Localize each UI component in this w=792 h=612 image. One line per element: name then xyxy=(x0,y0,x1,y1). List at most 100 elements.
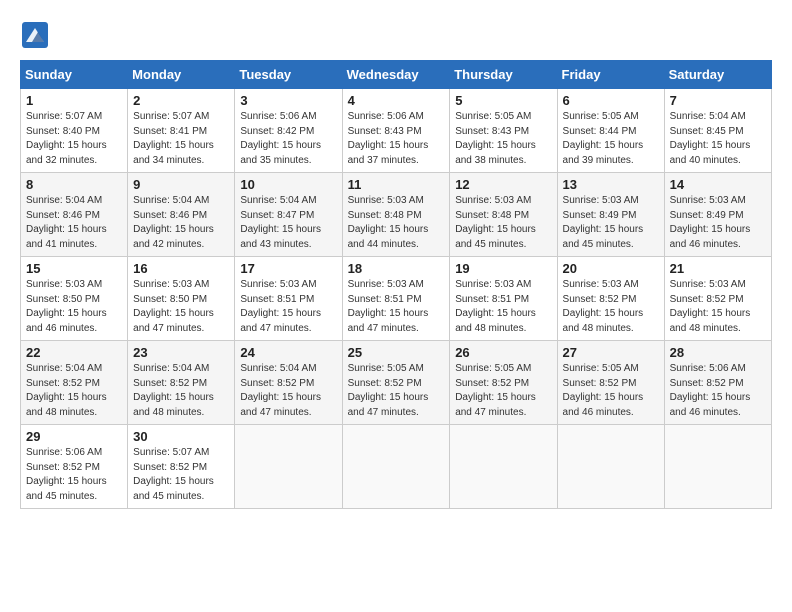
day-info: Sunrise: 5:04 AMSunset: 8:46 PMDaylight:… xyxy=(133,194,229,252)
calendar-day-cell xyxy=(557,425,664,509)
calendar-day-cell: 10 Sunrise: 5:04 AMSunset: 8:47 PMDaylig… xyxy=(235,173,342,257)
day-info: Sunrise: 5:03 AMSunset: 8:52 PMDaylight:… xyxy=(670,278,766,336)
day-number: 20 xyxy=(563,261,659,276)
calendar-week-row: 22 Sunrise: 5:04 AMSunset: 8:52 PMDaylig… xyxy=(21,341,772,425)
day-number: 22 xyxy=(26,345,122,360)
calendar-day-cell: 17 Sunrise: 5:03 AMSunset: 8:51 PMDaylig… xyxy=(235,257,342,341)
day-info: Sunrise: 5:05 AMSunset: 8:52 PMDaylight:… xyxy=(348,362,445,420)
day-number: 2 xyxy=(133,93,229,108)
day-number: 16 xyxy=(133,261,229,276)
calendar-day-cell: 12 Sunrise: 5:03 AMSunset: 8:48 PMDaylig… xyxy=(450,173,557,257)
calendar-day-cell: 24 Sunrise: 5:04 AMSunset: 8:52 PMDaylig… xyxy=(235,341,342,425)
day-number: 18 xyxy=(348,261,445,276)
day-number: 1 xyxy=(26,93,122,108)
day-number: 23 xyxy=(133,345,229,360)
day-info: Sunrise: 5:03 AMSunset: 8:51 PMDaylight:… xyxy=(455,278,551,336)
calendar-day-cell: 20 Sunrise: 5:03 AMSunset: 8:52 PMDaylig… xyxy=(557,257,664,341)
day-number: 9 xyxy=(133,177,229,192)
weekday-header-cell: Thursday xyxy=(450,61,557,89)
day-info: Sunrise: 5:07 AMSunset: 8:41 PMDaylight:… xyxy=(133,110,229,168)
weekday-header-cell: Saturday xyxy=(664,61,771,89)
calendar-day-cell: 5 Sunrise: 5:05 AMSunset: 8:43 PMDayligh… xyxy=(450,89,557,173)
day-number: 21 xyxy=(670,261,766,276)
day-number: 3 xyxy=(240,93,336,108)
calendar-day-cell: 9 Sunrise: 5:04 AMSunset: 8:46 PMDayligh… xyxy=(128,173,235,257)
day-info: Sunrise: 5:04 AMSunset: 8:45 PMDaylight:… xyxy=(670,110,766,168)
calendar-day-cell: 8 Sunrise: 5:04 AMSunset: 8:46 PMDayligh… xyxy=(21,173,128,257)
day-info: Sunrise: 5:07 AMSunset: 8:40 PMDaylight:… xyxy=(26,110,122,168)
calendar-day-cell: 7 Sunrise: 5:04 AMSunset: 8:45 PMDayligh… xyxy=(664,89,771,173)
day-info: Sunrise: 5:06 AMSunset: 8:52 PMDaylight:… xyxy=(26,446,122,504)
day-info: Sunrise: 5:03 AMSunset: 8:50 PMDaylight:… xyxy=(133,278,229,336)
logo-icon xyxy=(20,20,50,50)
calendar-table: SundayMondayTuesdayWednesdayThursdayFrid… xyxy=(20,60,772,509)
calendar-day-cell: 29 Sunrise: 5:06 AMSunset: 8:52 PMDaylig… xyxy=(21,425,128,509)
weekday-header-cell: Monday xyxy=(128,61,235,89)
calendar-day-cell xyxy=(342,425,450,509)
day-number: 5 xyxy=(455,93,551,108)
day-info: Sunrise: 5:04 AMSunset: 8:52 PMDaylight:… xyxy=(26,362,122,420)
day-info: Sunrise: 5:05 AMSunset: 8:44 PMDaylight:… xyxy=(563,110,659,168)
day-info: Sunrise: 5:03 AMSunset: 8:50 PMDaylight:… xyxy=(26,278,122,336)
weekday-header-cell: Sunday xyxy=(21,61,128,89)
calendar-day-cell: 14 Sunrise: 5:03 AMSunset: 8:49 PMDaylig… xyxy=(664,173,771,257)
day-number: 24 xyxy=(240,345,336,360)
day-info: Sunrise: 5:03 AMSunset: 8:52 PMDaylight:… xyxy=(563,278,659,336)
day-info: Sunrise: 5:04 AMSunset: 8:52 PMDaylight:… xyxy=(240,362,336,420)
calendar-day-cell: 27 Sunrise: 5:05 AMSunset: 8:52 PMDaylig… xyxy=(557,341,664,425)
calendar-body: 1 Sunrise: 5:07 AMSunset: 8:40 PMDayligh… xyxy=(21,89,772,509)
day-number: 11 xyxy=(348,177,445,192)
calendar-day-cell: 11 Sunrise: 5:03 AMSunset: 8:48 PMDaylig… xyxy=(342,173,450,257)
calendar-day-cell: 25 Sunrise: 5:05 AMSunset: 8:52 PMDaylig… xyxy=(342,341,450,425)
weekday-header-row: SundayMondayTuesdayWednesdayThursdayFrid… xyxy=(21,61,772,89)
day-number: 4 xyxy=(348,93,445,108)
day-number: 19 xyxy=(455,261,551,276)
day-info: Sunrise: 5:04 AMSunset: 8:47 PMDaylight:… xyxy=(240,194,336,252)
day-number: 8 xyxy=(26,177,122,192)
day-number: 10 xyxy=(240,177,336,192)
calendar-day-cell: 30 Sunrise: 5:07 AMSunset: 8:52 PMDaylig… xyxy=(128,425,235,509)
weekday-header-cell: Friday xyxy=(557,61,664,89)
calendar-day-cell: 3 Sunrise: 5:06 AMSunset: 8:42 PMDayligh… xyxy=(235,89,342,173)
header xyxy=(20,20,772,50)
day-info: Sunrise: 5:03 AMSunset: 8:48 PMDaylight:… xyxy=(455,194,551,252)
day-info: Sunrise: 5:06 AMSunset: 8:52 PMDaylight:… xyxy=(670,362,766,420)
weekday-header-cell: Wednesday xyxy=(342,61,450,89)
calendar-week-row: 8 Sunrise: 5:04 AMSunset: 8:46 PMDayligh… xyxy=(21,173,772,257)
day-number: 30 xyxy=(133,429,229,444)
calendar-day-cell: 16 Sunrise: 5:03 AMSunset: 8:50 PMDaylig… xyxy=(128,257,235,341)
day-info: Sunrise: 5:05 AMSunset: 8:52 PMDaylight:… xyxy=(455,362,551,420)
calendar-day-cell xyxy=(450,425,557,509)
calendar-week-row: 15 Sunrise: 5:03 AMSunset: 8:50 PMDaylig… xyxy=(21,257,772,341)
day-info: Sunrise: 5:03 AMSunset: 8:49 PMDaylight:… xyxy=(670,194,766,252)
day-number: 27 xyxy=(563,345,659,360)
day-number: 14 xyxy=(670,177,766,192)
day-info: Sunrise: 5:05 AMSunset: 8:52 PMDaylight:… xyxy=(563,362,659,420)
logo xyxy=(20,20,54,50)
calendar-week-row: 1 Sunrise: 5:07 AMSunset: 8:40 PMDayligh… xyxy=(21,89,772,173)
day-number: 26 xyxy=(455,345,551,360)
day-info: Sunrise: 5:03 AMSunset: 8:51 PMDaylight:… xyxy=(240,278,336,336)
day-info: Sunrise: 5:04 AMSunset: 8:46 PMDaylight:… xyxy=(26,194,122,252)
calendar-day-cell: 1 Sunrise: 5:07 AMSunset: 8:40 PMDayligh… xyxy=(21,89,128,173)
calendar-day-cell: 13 Sunrise: 5:03 AMSunset: 8:49 PMDaylig… xyxy=(557,173,664,257)
calendar-day-cell: 21 Sunrise: 5:03 AMSunset: 8:52 PMDaylig… xyxy=(664,257,771,341)
calendar-day-cell: 19 Sunrise: 5:03 AMSunset: 8:51 PMDaylig… xyxy=(450,257,557,341)
calendar-day-cell xyxy=(664,425,771,509)
calendar-day-cell: 28 Sunrise: 5:06 AMSunset: 8:52 PMDaylig… xyxy=(664,341,771,425)
calendar-day-cell: 6 Sunrise: 5:05 AMSunset: 8:44 PMDayligh… xyxy=(557,89,664,173)
day-info: Sunrise: 5:05 AMSunset: 8:43 PMDaylight:… xyxy=(455,110,551,168)
calendar-day-cell xyxy=(235,425,342,509)
calendar-day-cell: 4 Sunrise: 5:06 AMSunset: 8:43 PMDayligh… xyxy=(342,89,450,173)
day-info: Sunrise: 5:06 AMSunset: 8:43 PMDaylight:… xyxy=(348,110,445,168)
day-number: 17 xyxy=(240,261,336,276)
day-number: 7 xyxy=(670,93,766,108)
day-number: 6 xyxy=(563,93,659,108)
calendar-day-cell: 15 Sunrise: 5:03 AMSunset: 8:50 PMDaylig… xyxy=(21,257,128,341)
day-number: 13 xyxy=(563,177,659,192)
day-info: Sunrise: 5:06 AMSunset: 8:42 PMDaylight:… xyxy=(240,110,336,168)
calendar-day-cell: 22 Sunrise: 5:04 AMSunset: 8:52 PMDaylig… xyxy=(21,341,128,425)
day-number: 12 xyxy=(455,177,551,192)
day-number: 29 xyxy=(26,429,122,444)
calendar-day-cell: 23 Sunrise: 5:04 AMSunset: 8:52 PMDaylig… xyxy=(128,341,235,425)
